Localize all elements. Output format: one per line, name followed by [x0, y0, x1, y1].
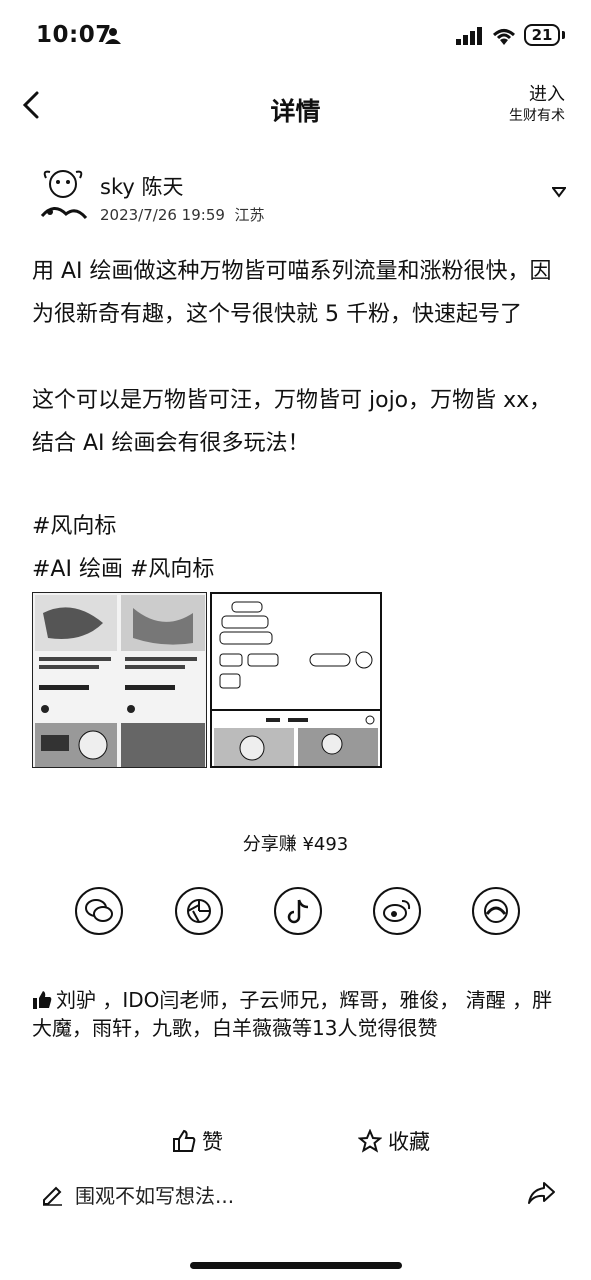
post-image-2[interactable] — [210, 592, 382, 768]
post-location: 江苏 — [234, 206, 265, 224]
likes-text[interactable]: 刘驴 ，IDO闫老师，子云师兄，辉哥，雅俊， 清醒 ，胖大魔，雨轩，九歌，白羊薇… — [32, 988, 552, 1040]
post-tags: #风向标 #AI 绘画 #风向标 — [32, 505, 214, 591]
weibo-icon — [383, 900, 411, 922]
post-images — [32, 592, 382, 768]
signal-icon — [456, 27, 482, 45]
wifi-icon — [492, 29, 516, 45]
weibo-share-button[interactable] — [373, 887, 421, 935]
author-name[interactable]: sky 陈天 — [100, 171, 183, 201]
douyin-icon — [287, 899, 309, 924]
wechat-share-button[interactable] — [75, 887, 123, 935]
enter-sub-label: 生财有术 — [509, 108, 565, 124]
tag-line-1[interactable]: #风向标 — [32, 505, 214, 548]
person-icon — [105, 28, 121, 44]
comment-bar[interactable]: 围观不如写想法... — [0, 1174, 591, 1214]
home-indicator — [190, 1262, 402, 1269]
share-earn-label: 分享赚 ¥493 — [242, 834, 349, 855]
post-image-1[interactable] — [32, 592, 207, 768]
comment-input[interactable]: 围观不如写想法... — [75, 1180, 234, 1209]
dropdown-triangle-icon[interactable] — [552, 186, 566, 198]
tag-line-2[interactable]: #AI 绘画 #风向标 — [32, 548, 214, 591]
post-body: 用 AI 绘画做这种万物皆可喵系列流量和涨粉很快，因为很新奇有趣，这个号很快就 … — [32, 259, 552, 456]
post-date: 2023/7/26 19:59 — [100, 206, 225, 224]
douyin-share-button[interactable] — [274, 887, 322, 935]
thumbs-up-icon — [33, 991, 52, 1009]
thumbs-up-outline-icon — [173, 1129, 196, 1152]
lens-share-button[interactable] — [472, 887, 520, 935]
battery-indicator: 21 — [524, 24, 560, 46]
status-time: 10:07 — [36, 22, 112, 48]
page-title: 详情 — [270, 97, 321, 126]
likes-summary: 刘驴 ，IDO闫老师，子云师兄，辉哥，雅俊， 清醒 ，胖大魔，雨轩，九歌，白羊薇… — [32, 986, 572, 1042]
post-meta: 2023/7/26 19:59 江苏 — [100, 204, 264, 225]
camera-lens-icon — [484, 899, 508, 923]
status-bar: 10:07 21 — [0, 0, 591, 78]
moments-icon — [187, 899, 211, 923]
like-button[interactable]: 赞 — [172, 1126, 223, 1156]
action-bar: 赞 收藏 — [0, 1120, 591, 1160]
pen-icon — [43, 1186, 62, 1206]
moments-share-button[interactable] — [175, 887, 223, 935]
battery-tip — [562, 31, 565, 39]
like-label: 赞 — [202, 1130, 223, 1154]
nav-bar: 详情 进入 生财有术 — [0, 80, 591, 130]
share-arrow-icon[interactable] — [526, 1180, 556, 1206]
favorite-button[interactable]: 收藏 — [358, 1126, 430, 1156]
share-options — [75, 887, 520, 939]
wechat-icon — [85, 899, 113, 922]
favorite-label: 收藏 — [388, 1130, 430, 1154]
author-header: sky 陈天 2023/7/26 19:59 江苏 — [36, 166, 566, 228]
star-icon — [358, 1129, 382, 1153]
avatar[interactable] — [36, 166, 90, 224]
enter-circle-button[interactable]: 进入 生财有术 — [509, 84, 565, 126]
enter-label: 进入 — [529, 84, 565, 105]
